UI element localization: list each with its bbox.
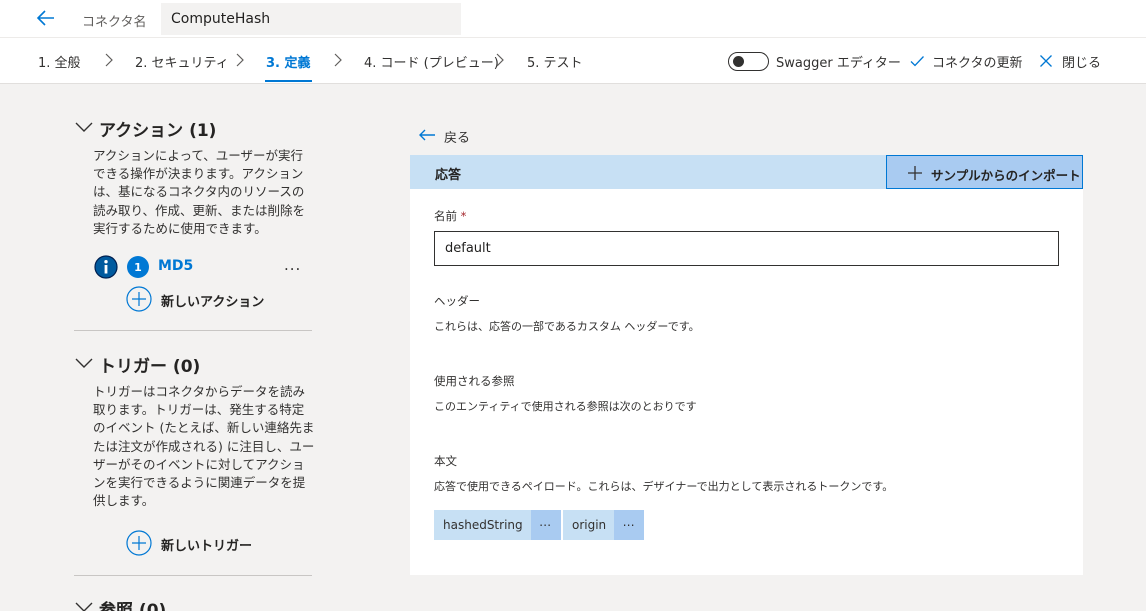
import-label: サンプルからのインポート xyxy=(931,168,1081,183)
tab-general[interactable]: 1. 全般 xyxy=(38,52,81,71)
triggers-section-header[interactable]: トリガー (0) xyxy=(75,352,315,378)
chevron-right-icon xyxy=(236,53,244,67)
headers-label: ヘッダー xyxy=(434,294,480,308)
close-button[interactable]: 閉じる xyxy=(1062,52,1101,71)
new-action-label: 新しいアクション xyxy=(161,295,265,310)
toggle-knob xyxy=(733,56,744,67)
section-divider xyxy=(74,575,312,576)
name-input[interactable] xyxy=(434,231,1059,266)
action-more-button[interactable]: ... xyxy=(284,256,301,274)
body-label: 本文 xyxy=(434,454,457,468)
action-count-badge: 1 xyxy=(127,256,149,278)
chevron-right-icon xyxy=(496,53,504,67)
connector-name-label: コネクタ名 xyxy=(82,15,147,30)
main-area: アクション (1) アクションによって、ユーザーが実行できる操作が決まります。ア… xyxy=(0,84,1146,611)
token-origin[interactable]: origin ⋯ xyxy=(563,510,645,540)
name-label: 名前 * xyxy=(434,209,467,223)
token-name: origin xyxy=(572,518,607,532)
new-trigger-label: 新しいトリガー xyxy=(161,539,253,554)
back-arrow-icon[interactable] xyxy=(36,9,56,27)
new-trigger-button[interactable]: 新しいトリガー xyxy=(126,530,306,556)
response-card: 応答 サンプルからのインポート 名前 * ヘッダー これらは、応答の一部であるカ… xyxy=(410,155,1083,575)
tab-test[interactable]: 5. テスト xyxy=(527,52,583,71)
chevron-down-icon xyxy=(75,122,93,132)
swagger-editor-toggle[interactable] xyxy=(728,52,769,71)
references-section-header[interactable]: 参照 (0) xyxy=(75,596,315,611)
new-action-button[interactable]: 新しいアクション xyxy=(126,286,306,312)
token-name: hashedString xyxy=(443,518,523,532)
token-hashedstring[interactable]: hashedString ⋯ xyxy=(434,510,561,540)
info-icon xyxy=(94,255,118,279)
import-from-sample-button[interactable]: サンプルからのインポート xyxy=(886,155,1083,189)
connector-name-input[interactable] xyxy=(161,3,461,35)
action-item-md5[interactable]: MD5 xyxy=(158,258,193,274)
body-hint: 応答で使用できるペイロード。これらは、デザイナーで出力として表示されるトークンで… xyxy=(434,480,894,493)
token-more-button[interactable]: ⋯ xyxy=(614,510,645,540)
response-title: 応答 xyxy=(435,168,462,183)
update-connector-button[interactable]: コネクタの更新 xyxy=(932,52,1022,71)
chevron-down-icon xyxy=(75,602,93,611)
tab-code-preview[interactable]: 4. コード (プレビュー) xyxy=(364,52,499,71)
token-more-button[interactable]: ⋯ xyxy=(530,510,561,540)
close-icon xyxy=(1040,55,1052,67)
section-divider xyxy=(74,330,312,331)
top-bar: コネクタ名 xyxy=(0,0,1146,38)
chevron-right-icon xyxy=(334,53,342,67)
actions-description: アクションによって、ユーザーが実行できる操作が決まります。アクションは、基になる… xyxy=(93,148,306,236)
plus-icon xyxy=(908,166,922,180)
checkmark-icon xyxy=(910,56,924,67)
headers-hint: これらは、応答の一部であるカスタム ヘッダーです。 xyxy=(434,320,700,333)
chevron-down-icon xyxy=(75,358,93,368)
references-section-title: 参照 (0) xyxy=(99,601,167,611)
tab-security[interactable]: 2. セキュリティ xyxy=(135,52,229,71)
actions-section-header[interactable]: アクション (1) xyxy=(75,116,315,142)
chevron-right-icon xyxy=(105,53,113,67)
swagger-editor-label[interactable]: Swagger エディター xyxy=(776,52,901,71)
add-circle-icon xyxy=(126,530,152,556)
references-hint: このエンティティで使用される参照は次のとおりです xyxy=(434,400,697,413)
tab-definition[interactable]: 3. 定義 xyxy=(266,52,311,71)
triggers-section-title: トリガー (0) xyxy=(99,357,201,377)
actions-section-title: アクション (1) xyxy=(99,121,217,141)
add-circle-icon xyxy=(126,286,152,312)
references-label: 使用される参照 xyxy=(434,374,515,388)
back-arrow-icon xyxy=(419,129,435,141)
triggers-description: トリガーはコネクタからデータを読み取ります。トリガーは、発生する特定のイベント … xyxy=(93,384,315,509)
active-tab-indicator xyxy=(265,80,312,82)
wizard-nav: 1. 全般 2. セキュリティ 3. 定義 4. コード (プレビュー) 5. … xyxy=(0,39,1146,84)
required-mark: * xyxy=(460,209,467,223)
back-label: 戻る xyxy=(444,131,471,146)
